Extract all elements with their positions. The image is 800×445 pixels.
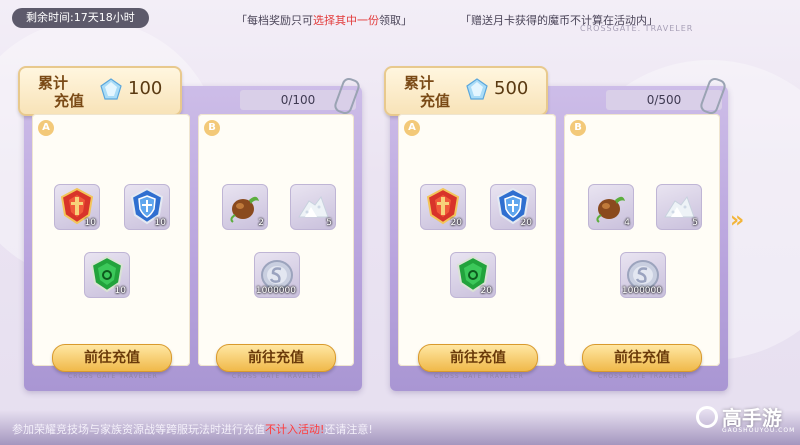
remaining-time: 剩余时间:17天18小时 (12, 8, 149, 28)
reward-option-b[interactable]: B 2 5 1000000 (198, 114, 354, 366)
notice-text: 领取」 (379, 14, 412, 27)
button-brand-text: CROSS GATE TRAVELER (68, 373, 158, 380)
option-tag: B (204, 120, 220, 136)
tier-amount: 500 (494, 78, 529, 99)
reward-tier-card: 累计 充值 500 0/500 A 20 20 20 前往充值 CROSS GATE TRAVEL… (384, 66, 734, 396)
notice-text: 「每档奖励只可 (236, 14, 313, 27)
reward-item[interactable]: 20 (420, 184, 466, 230)
reward-item[interactable]: 10 (84, 252, 130, 298)
next-page-arrow-icon[interactable]: » (730, 208, 744, 233)
item-quantity: 10 (84, 218, 96, 228)
reward-item[interactable]: 2 (222, 184, 268, 230)
item-quantity: 2 (258, 218, 264, 228)
reward-option-a[interactable]: A 20 20 20 (398, 114, 556, 366)
logo-subtext: GAOSHOUYOU.COM (722, 427, 796, 434)
item-quantity: 5 (692, 218, 698, 228)
logo-mark-icon (696, 406, 718, 428)
item-quantity: 1000000 (621, 286, 662, 296)
reward-item[interactable]: 20 (450, 252, 496, 298)
reward-item[interactable]: 5 (290, 184, 336, 230)
site-logo: 高手游 GAOSHOUYOU.COM (696, 400, 796, 440)
item-quantity: 10 (154, 218, 166, 228)
go-recharge-button[interactable]: 前往充值 (52, 344, 172, 372)
option-tag: A (404, 120, 420, 136)
item-quantity: 20 (480, 286, 492, 296)
reward-tier-card: 累计 充值 100 0/100 A 10 10 10 前往充值 CROSS GATE TRAVEL… (18, 66, 368, 396)
reward-item[interactable]: 4 (588, 184, 634, 230)
button-brand-text: CROSS GATE TRAVELER (598, 373, 688, 380)
item-quantity: 20 (450, 218, 462, 228)
reward-item[interactable]: 10 (124, 184, 170, 230)
item-quantity: 1000000 (255, 286, 296, 296)
tier-amount: 100 (128, 78, 163, 99)
go-recharge-button[interactable]: 前往充值 (418, 344, 538, 372)
footer-text: 参加荣耀竞技场与家族资源战等跨服玩法时进行充值 (12, 423, 265, 436)
top-bar: 剩余时间:17天18小时 「每档奖励只可选择其中一份领取」 「赠送月卡获得的魔币… (0, 0, 800, 34)
reward-item[interactable]: 10 (54, 184, 100, 230)
brand-watermark: CROSSGATE. TRAVELER (580, 24, 694, 33)
option-tag: A (38, 120, 54, 136)
notice-highlight: 选择其中一份 (313, 14, 379, 27)
footer-text: 还请注意! (324, 423, 373, 436)
tier-title-line2: 充值 (420, 92, 451, 110)
tier-header: 累计 充值 500 (384, 66, 548, 116)
tier-header: 累计 充值 100 (18, 66, 182, 116)
button-brand-text: CROSS GATE TRAVELER (434, 373, 524, 380)
item-quantity: 20 (520, 218, 532, 228)
tier-title-line2: 充值 (54, 92, 85, 110)
notice-choose-one: 「每档奖励只可选择其中一份领取」 (236, 12, 412, 28)
reward-item[interactable]: 5 (656, 184, 702, 230)
reward-option-a[interactable]: A 10 10 10 (32, 114, 190, 366)
go-recharge-button[interactable]: 前往充值 (582, 344, 702, 372)
item-quantity: 4 (624, 218, 630, 228)
reward-option-b[interactable]: B 4 5 1000000 (564, 114, 720, 366)
go-recharge-button[interactable]: 前往充值 (216, 344, 336, 372)
button-brand-text: CROSS GATE TRAVELER (232, 373, 322, 380)
footer-highlight: 不计入活动! (265, 423, 325, 436)
item-quantity: 10 (114, 286, 126, 296)
option-tag: B (570, 120, 586, 136)
reward-item[interactable]: 1000000 (254, 252, 300, 298)
footer-notice: 参加荣耀竞技场与家族资源战等跨服玩法时进行充值不计入活动!还请注意! (12, 421, 373, 437)
reward-item[interactable]: 20 (490, 184, 536, 230)
reward-item[interactable]: 1000000 (620, 252, 666, 298)
item-quantity: 5 (326, 218, 332, 228)
